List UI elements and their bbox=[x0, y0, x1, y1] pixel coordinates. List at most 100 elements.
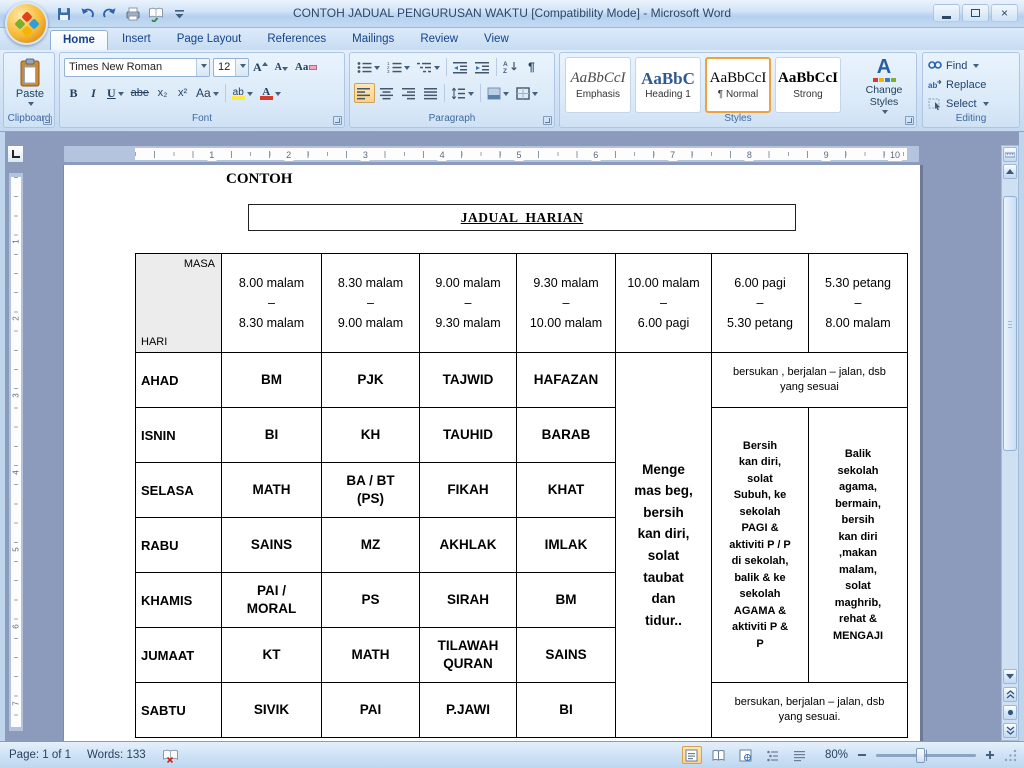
style-strong[interactable]: AaBbCcI Strong bbox=[775, 57, 841, 113]
subject-cell[interactable]: BM bbox=[221, 352, 322, 408]
subject-cell[interactable]: BI bbox=[221, 407, 322, 463]
outline-view-button[interactable] bbox=[763, 746, 783, 764]
grow-font-button[interactable]: A bbox=[250, 57, 271, 77]
tab-insert[interactable]: Insert bbox=[110, 30, 163, 50]
spelling-grammar-button[interactable] bbox=[146, 4, 166, 24]
zoom-slider[interactable] bbox=[876, 747, 976, 763]
line-spacing-button[interactable] bbox=[448, 83, 477, 103]
day-cell[interactable]: JUMAAT bbox=[135, 627, 222, 683]
subject-cell[interactable]: KHAT bbox=[516, 462, 616, 518]
tab-references[interactable]: References bbox=[255, 30, 338, 50]
save-button[interactable] bbox=[54, 4, 74, 24]
show-paragraph-marks-button[interactable]: ¶ bbox=[522, 57, 541, 77]
decrease-indent-button[interactable] bbox=[450, 57, 471, 77]
sabtu-weekend-cell[interactable]: bersukan, berjalan – jalan, dsb yang ses… bbox=[711, 682, 908, 738]
subject-cell[interactable]: P.JAWI bbox=[419, 682, 517, 738]
scroll-up-button[interactable] bbox=[1003, 164, 1017, 179]
font-size-dropdown[interactable] bbox=[235, 58, 248, 76]
time-header-cell[interactable]: 8.30 malam – 9.00 malam bbox=[321, 253, 420, 353]
subject-cell[interactable]: KT bbox=[221, 627, 322, 683]
subject-cell[interactable]: TILAWAH QURAN bbox=[419, 627, 517, 683]
select-button[interactable]: Select bbox=[923, 94, 1019, 113]
vertical-ruler[interactable]: 1 2 3 4 5 6 7 bbox=[8, 172, 24, 732]
subject-cell[interactable]: TAUHID bbox=[419, 407, 517, 463]
styles-dialog-launcher[interactable] bbox=[905, 116, 914, 125]
subject-cell[interactable]: BARAB bbox=[516, 407, 616, 463]
text-highlight-button[interactable]: ab bbox=[229, 83, 256, 103]
font-size-select[interactable]: 12 bbox=[213, 57, 249, 77]
subject-cell[interactable]: MATH bbox=[321, 627, 420, 683]
web-layout-view-button[interactable] bbox=[736, 746, 756, 764]
subject-cell[interactable]: TAJWID bbox=[419, 352, 517, 408]
sort-button[interactable]: AZ bbox=[500, 57, 521, 77]
evening-routine-cell[interactable]: Balik sekolah agama, bermain, bersih kan… bbox=[808, 407, 908, 683]
justify-button[interactable] bbox=[420, 83, 441, 103]
document-boxed-title[interactable]: JADUAL HARIAN bbox=[248, 204, 796, 231]
paragraph-dialog-launcher[interactable] bbox=[543, 116, 552, 125]
subject-cell[interactable]: SAINS bbox=[516, 627, 616, 683]
zoom-out-button[interactable] bbox=[855, 748, 869, 762]
resize-grip[interactable] bbox=[1004, 748, 1018, 762]
zoom-in-button[interactable] bbox=[983, 748, 997, 762]
daytime-routine-cell[interactable]: Bersih kan diri, solat Subuh, ke sekolah… bbox=[711, 407, 809, 683]
maximize-button[interactable] bbox=[962, 4, 989, 22]
superscript-button[interactable]: x² bbox=[173, 83, 192, 103]
day-cell[interactable]: KHAMIS bbox=[135, 572, 222, 628]
ahad-weekend-cell[interactable]: bersukan , berjalan – jalan, dsb yang se… bbox=[711, 352, 908, 408]
bold-button[interactable]: B bbox=[64, 83, 83, 103]
increase-indent-button[interactable] bbox=[472, 57, 493, 77]
subscript-button[interactable]: x₂ bbox=[153, 83, 172, 103]
style-normal[interactable]: AaBbCcI ¶ Normal bbox=[705, 57, 771, 113]
scrollbar-thumb[interactable] bbox=[1003, 196, 1017, 451]
time-header-cell[interactable]: 9.00 malam – 9.30 malam bbox=[419, 253, 517, 353]
next-page-button[interactable] bbox=[1003, 723, 1017, 738]
time-header-cell[interactable]: 5.30 petang – 8.00 malam bbox=[808, 253, 908, 353]
align-right-button[interactable] bbox=[398, 83, 419, 103]
subject-cell[interactable]: MZ bbox=[321, 517, 420, 573]
paste-button[interactable]: Paste bbox=[10, 57, 50, 113]
subject-cell[interactable]: BI bbox=[516, 682, 616, 738]
subject-cell[interactable]: IMLAK bbox=[516, 517, 616, 573]
change-case-button[interactable]: Aa bbox=[193, 83, 222, 103]
bullets-button[interactable] bbox=[354, 57, 383, 77]
tab-home[interactable]: Home bbox=[50, 30, 108, 50]
tab-page-layout[interactable]: Page Layout bbox=[165, 30, 254, 50]
quick-print-button[interactable] bbox=[123, 4, 143, 24]
print-layout-view-button[interactable] bbox=[681, 746, 702, 764]
ruler-toggle-button[interactable] bbox=[1003, 147, 1017, 162]
subject-cell[interactable]: BM bbox=[516, 572, 616, 628]
multilevel-list-button[interactable] bbox=[414, 57, 443, 77]
time-header-cell[interactable]: 10.00 malam – 6.00 pagi bbox=[615, 253, 712, 353]
tab-mailings[interactable]: Mailings bbox=[340, 30, 406, 50]
scroll-down-button[interactable] bbox=[1003, 669, 1017, 684]
font-family-select[interactable]: Times New Roman bbox=[64, 57, 210, 77]
subject-cell[interactable]: SIRAH bbox=[419, 572, 517, 628]
day-cell[interactable]: SELASA bbox=[135, 462, 222, 518]
subject-cell[interactable]: AKHLAK bbox=[419, 517, 517, 573]
close-button[interactable]: × bbox=[991, 4, 1018, 22]
subject-cell[interactable]: BA / BT (PS) bbox=[321, 462, 420, 518]
tab-stop-selector[interactable] bbox=[7, 145, 24, 163]
clipboard-dialog-launcher[interactable] bbox=[43, 116, 52, 125]
day-cell[interactable]: RABU bbox=[135, 517, 222, 573]
redo-button[interactable] bbox=[100, 4, 120, 24]
minimize-button[interactable] bbox=[933, 4, 960, 22]
page-indicator[interactable]: Page: 1 of 1 bbox=[9, 749, 71, 761]
style-emphasis[interactable]: AaBbCcI Emphasis bbox=[565, 57, 631, 113]
italic-button[interactable]: I bbox=[84, 83, 103, 103]
numbering-button[interactable]: 123 bbox=[384, 57, 413, 77]
underline-button[interactable]: U bbox=[104, 83, 127, 103]
subject-cell[interactable]: PJK bbox=[321, 352, 420, 408]
time-header-cell[interactable]: 6.00 pagi – 5.30 petang bbox=[711, 253, 809, 353]
full-screen-reading-view-button[interactable] bbox=[709, 746, 729, 764]
font-color-button[interactable]: A bbox=[257, 83, 284, 103]
font-dialog-launcher[interactable] bbox=[333, 116, 342, 125]
subject-cell[interactable]: FIKAH bbox=[419, 462, 517, 518]
subject-cell[interactable]: MATH bbox=[221, 462, 322, 518]
shrink-font-button[interactable]: A bbox=[272, 57, 291, 77]
find-button[interactable]: Find bbox=[923, 56, 1019, 75]
vertical-scrollbar[interactable] bbox=[1001, 145, 1019, 741]
clear-formatting-button[interactable]: Aa bbox=[292, 57, 320, 77]
align-center-button[interactable] bbox=[376, 83, 397, 103]
zoom-slider-thumb[interactable] bbox=[916, 747, 925, 763]
